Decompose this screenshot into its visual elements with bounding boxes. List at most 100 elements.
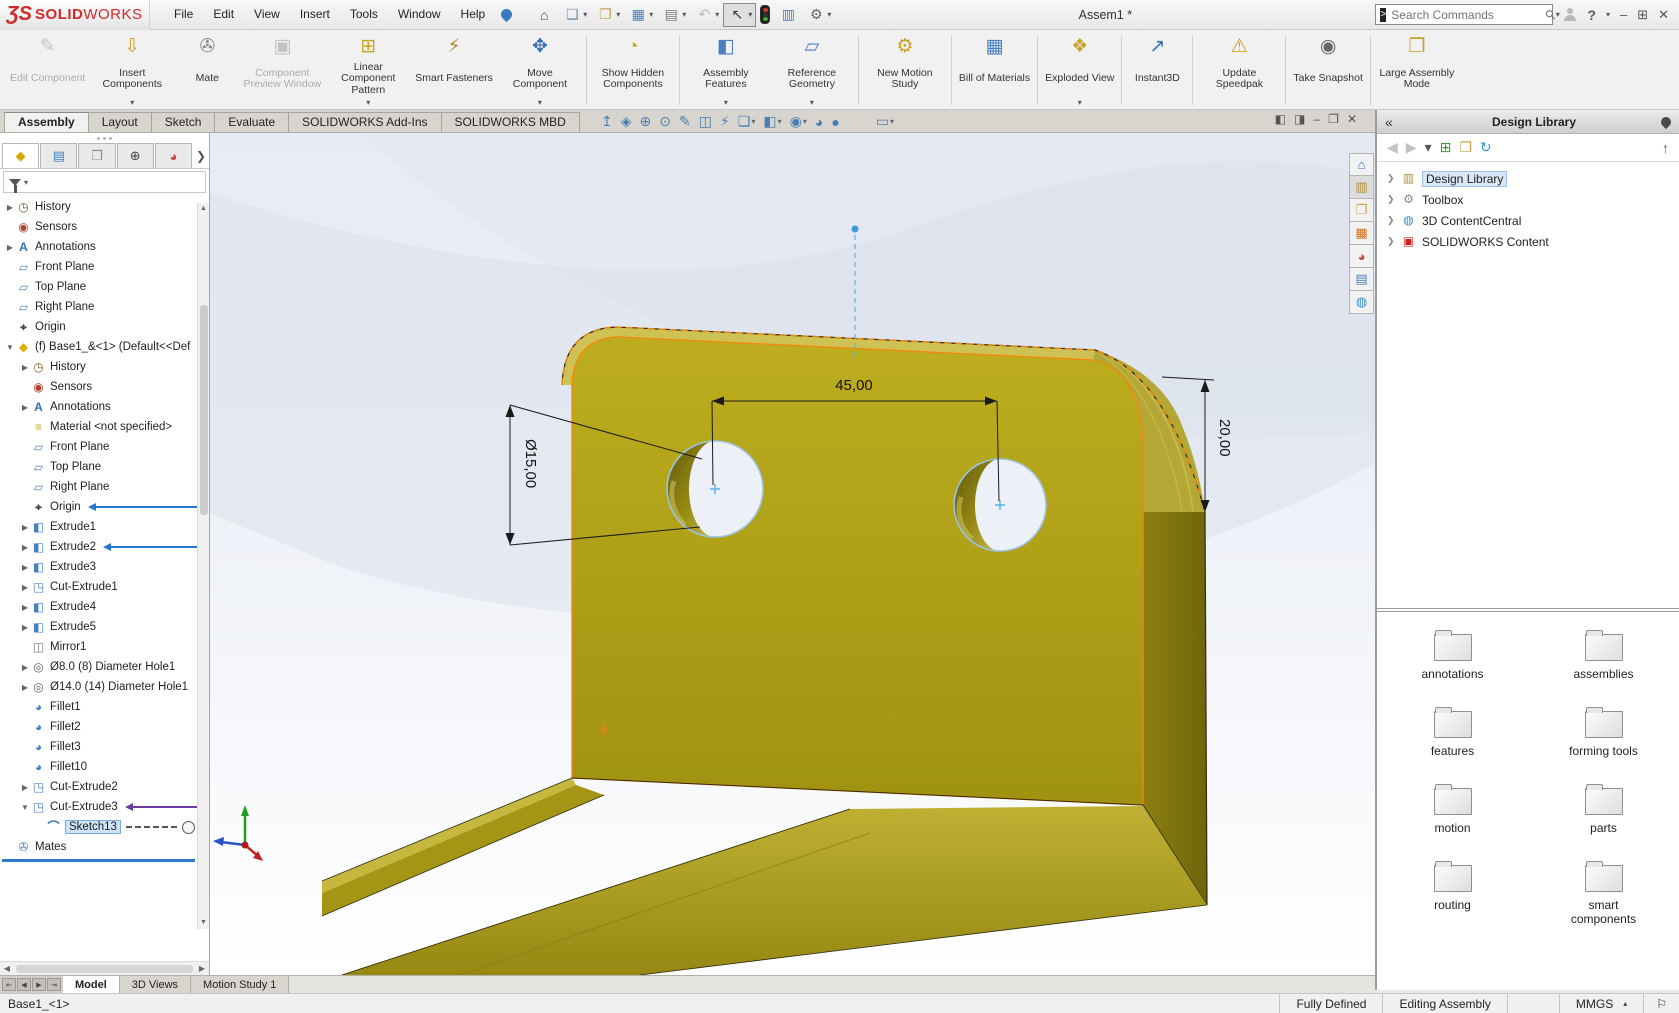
featuremanager-tab[interactable]: ◆ (2, 143, 39, 168)
filter-caret-icon[interactable]: ▾ (24, 178, 28, 187)
minimize-window-icon[interactable]: – (1620, 7, 1627, 22)
menu-tools[interactable]: Tools (340, 0, 388, 29)
search-commands-box[interactable]: > ⚲ ▾ (1375, 4, 1553, 25)
save-icon[interactable]: ▦▾ (624, 3, 657, 27)
menu-help[interactable]: Help (451, 0, 496, 29)
configurationmanager-tab[interactable]: ❒ (78, 143, 115, 168)
show-hidden-components-button[interactable]: ◔Show Hidden Components (590, 32, 676, 109)
tree-item-annotations[interactable]: ▶AAnnotations (0, 237, 209, 257)
graphics-viewport[interactable]: 45,00 Ø15,00 20,00 (210, 133, 1375, 975)
hide-show-items-menu-icon[interactable]: ◉▾ (787, 113, 810, 130)
apply-scene-icon[interactable]: ● (828, 114, 842, 130)
expander-icon[interactable]: ▶ (19, 563, 31, 572)
smart-fasteners-button[interactable]: ⚡Smart Fasteners (411, 32, 497, 109)
expander-icon[interactable]: ❯ (1387, 215, 1401, 226)
search-input[interactable] (1391, 8, 1546, 22)
tab-solidworks-mbd[interactable]: SOLIDWORKS MBD (441, 112, 580, 132)
dimension-20-text[interactable]: 20,00 (1216, 419, 1233, 457)
tree-item-extrude1[interactable]: ▶◧Extrude1 (0, 517, 209, 537)
add-to-library-icon[interactable]: ⊞ (1440, 139, 1452, 156)
design-library-tab[interactable]: ▥ (1349, 176, 1374, 199)
tree-item-cut-extrude1[interactable]: ▶◳Cut-Extrude1 (0, 577, 209, 597)
settings-gear-icon[interactable]: ⚙▾ (802, 3, 835, 27)
assembly-features-button[interactable]: ◧Assembly Features▾ (683, 32, 769, 109)
zoom-to-area-icon[interactable]: ⊕ (637, 113, 655, 130)
library-folder-assemblies[interactable]: assemblies (1549, 634, 1659, 681)
panel-drag-handle[interactable] (0, 133, 209, 143)
minimize-document-icon[interactable]: – (1313, 112, 1320, 126)
undo-icon[interactable]: ↶▾ (690, 3, 723, 27)
expander-icon[interactable]: ▶ (19, 363, 31, 372)
expander-icon[interactable]: ▶ (19, 623, 31, 632)
file-explorer-tab[interactable]: ❐ (1349, 199, 1374, 222)
tags-icon[interactable]: ⚐ (1643, 994, 1679, 1013)
tree-item-fillet10[interactable]: ◕Fillet10 (0, 757, 209, 777)
home-tab[interactable]: ⌂ (1349, 153, 1374, 176)
bottom-tab-3d-views[interactable]: 3D Views (120, 976, 191, 993)
tree-item-extrude2[interactable]: ▶◧Extrude2 (0, 537, 209, 557)
tree-item-top-plane[interactable]: ▱Top Plane (0, 457, 209, 477)
edit-appearance-icon[interactable]: ◕ (812, 114, 826, 130)
expander-icon[interactable]: ▶ (19, 663, 31, 672)
tree-horizontal-scrollbar[interactable]: ◀ ▶ (0, 961, 209, 975)
bottom-tab-motion-study-1[interactable]: Motion Study 1 (191, 976, 289, 993)
menu-edit[interactable]: Edit (203, 0, 244, 29)
new-motion-study-button[interactable]: ⚙New Motion Study (862, 32, 948, 109)
open-file-icon[interactable]: ❐▾ (591, 3, 624, 27)
scrollbar-thumb[interactable] (200, 305, 208, 515)
custom-properties-tab[interactable]: ▤ (1349, 268, 1374, 291)
units-selector[interactable]: MMGS ▴ (1559, 994, 1643, 1013)
dimxpertmanager-tab[interactable]: ⊕ (117, 143, 154, 168)
instant3d-button[interactable]: ↗Instant3D (1125, 32, 1189, 109)
measure-icon[interactable]: ✎ (676, 113, 694, 130)
tree-item-fillet2[interactable]: ◕Fillet2 (0, 717, 209, 737)
library-item-toolbox[interactable]: ❯⚙Toolbox (1377, 189, 1679, 210)
library-folder-features[interactable]: features (1398, 711, 1508, 758)
displaymanager-tab[interactable]: ◕ (155, 143, 192, 168)
restore-window-icon[interactable]: ⊞ (1637, 7, 1648, 23)
tab-scroll-2[interactable]: ▶ (32, 978, 46, 991)
library-folder-annotations[interactable]: annotations (1398, 634, 1508, 681)
rebuild-traffic-light-icon[interactable] (760, 5, 770, 24)
view-settings-monitor-icon[interactable]: ▭▾ (873, 113, 897, 130)
library-folder-routing[interactable]: routing (1398, 865, 1508, 926)
library-folder-forming-tools[interactable]: forming tools (1549, 711, 1659, 758)
tree-item-history[interactable]: ▶◷History (0, 357, 209, 377)
tree-item-extrude5[interactable]: ▶◧Extrude5 (0, 617, 209, 637)
zoom-to-fit-icon[interactable]: ↥ (598, 113, 616, 130)
tree-filter[interactable]: ▾ (3, 171, 206, 193)
tree-item-origin[interactable]: ⌖Origin (0, 497, 209, 517)
tab-scroll-0[interactable]: ⇤ (2, 978, 16, 991)
hole-left[interactable] (667, 441, 763, 537)
tree-item-origin[interactable]: ⌖Origin (0, 317, 209, 337)
expander-icon[interactable]: ▶ (4, 203, 16, 212)
user-account-icon[interactable] (1563, 8, 1577, 21)
menu-view[interactable]: View (244, 0, 290, 29)
expander-icon[interactable]: ▼ (4, 343, 16, 352)
appearances-tab[interactable]: ◕ (1349, 245, 1374, 268)
reference-geometry-button[interactable]: ▱Reference Geometry▾ (769, 32, 855, 109)
select-cursor-icon[interactable]: ↖▾ (723, 3, 756, 27)
tree-item-cut-extrude2[interactable]: ▶◳Cut-Extrude2 (0, 777, 209, 797)
tree-item-extrude3[interactable]: ▶◧Extrude3 (0, 557, 209, 577)
magnifying-glass-icon[interactable]: ⊙ (656, 113, 674, 130)
tree-item-extrude4[interactable]: ▶◧Extrude4 (0, 597, 209, 617)
tree-item-material-not-specified[interactable]: ≡Material <not specified> (0, 417, 209, 437)
help-caret-icon[interactable]: ▾ (1606, 10, 1610, 19)
menu-file[interactable]: File (164, 0, 203, 29)
propertymanager-tab[interactable]: ▤ (40, 143, 77, 168)
tree-item-mates[interactable]: ✇Mates (0, 837, 209, 857)
move-up-icon[interactable]: ↑ (1662, 140, 1669, 156)
display-style-menu-icon[interactable]: ◧▾ (760, 113, 784, 130)
new-file-icon[interactable]: ❏▾ (558, 3, 591, 27)
print-icon[interactable]: ▤▾ (657, 3, 690, 27)
tree-item-8-0-8-diameter-hole1[interactable]: ▶◎Ø8.0 (8) Diameter Hole1 (0, 657, 209, 677)
section-view-icon[interactable]: ◫ (696, 113, 715, 130)
tab-layout[interactable]: Layout (88, 112, 152, 132)
tree-item-fillet3[interactable]: ◕Fillet3 (0, 737, 209, 757)
pin-icon[interactable] (499, 7, 515, 23)
move-component-button[interactable]: ✥Move Component▾ (497, 32, 583, 109)
expander-icon[interactable]: ▼ (19, 803, 31, 812)
restore-document-icon[interactable]: ❐ (1328, 112, 1339, 126)
scroll-right-icon[interactable]: ▶ (195, 964, 209, 973)
